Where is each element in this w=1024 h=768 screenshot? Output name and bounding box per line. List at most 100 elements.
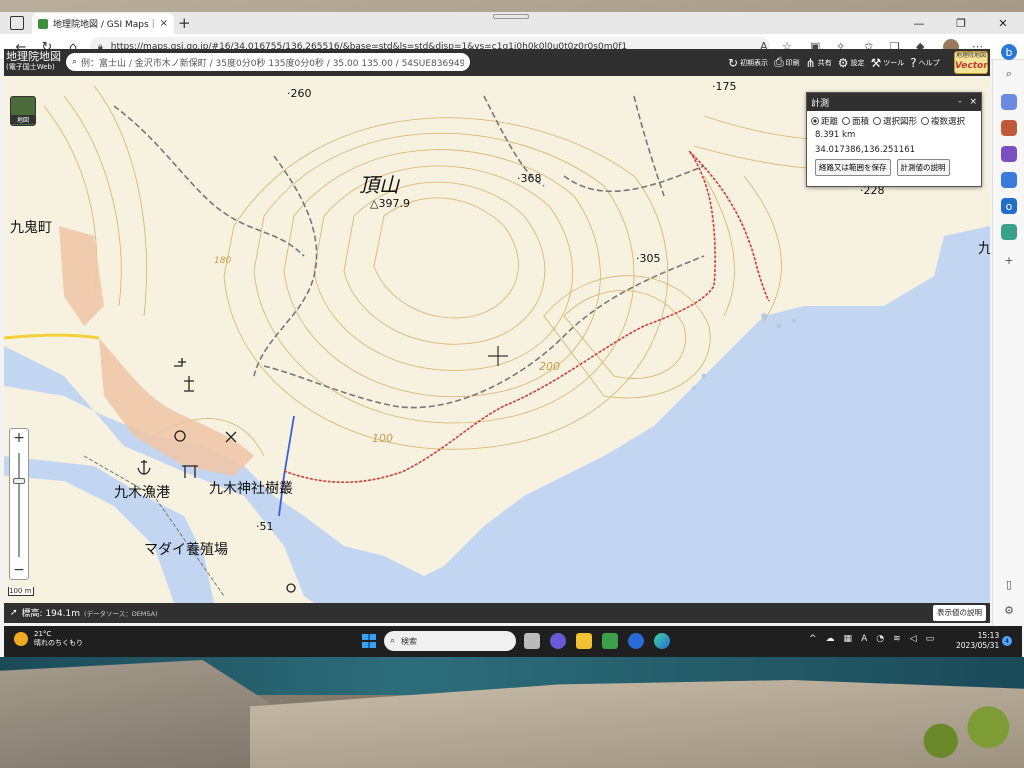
sidebar-settings-icon[interactable]: ⚙	[1001, 602, 1017, 618]
elevation-readout: ➚ 標高: 194.1m (データソース：DEM5A)	[10, 606, 158, 620]
taskbar-search[interactable]: ⌕ 検索	[384, 631, 516, 651]
printer-icon: ⎙	[774, 55, 784, 69]
clock-date: 2023/05/31	[956, 641, 1000, 650]
sidebar-games-icon[interactable]	[1001, 146, 1017, 162]
keyboard-icon[interactable]: ▦	[844, 634, 853, 644]
measure-distance-value: 8.391 km	[815, 130, 856, 140]
menu-print[interactable]: ⎙ 印刷	[774, 55, 800, 70]
tab-actions-icon[interactable]	[10, 16, 24, 30]
taskbar-clock[interactable]: 15:13 2023/05/31	[956, 631, 999, 651]
gsi-footer: ➚ 標高: 194.1m (データソース：DEM5A) 表示値の説明	[4, 603, 990, 623]
radio-selected-shape[interactable]	[873, 117, 882, 125]
window-drag-handle[interactable]	[493, 14, 529, 19]
battery-icon[interactable]: ▭	[926, 634, 935, 644]
gsi-menu: ↻ 初期表示 ⎙ 印刷 ⋔ 共有 ⚙ 設定 ⚒ ツール ? ヘルプ	[728, 49, 946, 76]
contour-label-100: 100	[372, 432, 393, 445]
wifi-icon[interactable]: ≋	[893, 634, 901, 644]
bing-chat-icon[interactable]: b	[1001, 44, 1017, 60]
tab-close-icon[interactable]: ×	[160, 18, 168, 29]
task-view-icon[interactable]	[524, 633, 540, 649]
peak-name-label: 頂山	[359, 173, 399, 197]
menu-tools[interactable]: ⚒ ツール	[871, 56, 905, 70]
edge-sidebar: b ⌕ o + ▯ ⚙	[992, 44, 1024, 657]
measure-close-button[interactable]: ×	[969, 97, 977, 107]
place-search-input[interactable]: ⌕ 例：富士山 / 金沢市木ノ新保町 / 35度0分0秒 135度0分0秒 / …	[66, 53, 470, 71]
mode-area[interactable]: 面積	[842, 115, 869, 127]
onedrive-icon[interactable]: ☁	[826, 634, 835, 644]
sidebar-drop-icon[interactable]	[1001, 224, 1017, 240]
shrine-label: 九木神社樹叢	[209, 481, 293, 497]
refresh-icon: ↻	[728, 55, 739, 70]
sidebar-tools-icon[interactable]	[1001, 120, 1017, 136]
weather-temperature: 21°C	[34, 630, 52, 638]
clock-time: 15:13	[977, 631, 1000, 640]
sidebar-microsoft365-icon[interactable]	[1001, 172, 1017, 188]
measure-coordinate-value: 34.017386,136.251161	[815, 145, 916, 155]
radio-distance[interactable]	[811, 117, 819, 125]
wallpaper-leaves	[905, 700, 1024, 768]
zoom-out-button[interactable]: −	[10, 561, 28, 579]
notification-badge[interactable]: 4	[1002, 636, 1012, 646]
layer-select-button[interactable]: 地図	[10, 96, 36, 126]
zoom-in-button[interactable]: +	[10, 429, 28, 447]
spot-height-260: ·260	[287, 87, 312, 100]
sidebar-toggle-icon[interactable]: ▯	[1001, 576, 1017, 592]
ime-mode-icon[interactable]: ◔	[876, 634, 884, 644]
mode-distance[interactable]: 距離	[811, 115, 838, 127]
help-icon: ?	[910, 55, 917, 70]
scale-bar: 100 m	[8, 587, 34, 596]
help-app-icon[interactable]	[628, 633, 644, 649]
measure-explain-button[interactable]: 計測値の説明	[896, 159, 950, 176]
gsi-header: 地理院地図 (電子国土Web) ⌕ 例：富士山 / 金沢市木ノ新保町 / 35度…	[4, 49, 990, 76]
ime-icon[interactable]: A	[861, 634, 867, 644]
zoom-slider-track[interactable]	[18, 453, 20, 557]
spot-height-51: ·51	[256, 520, 274, 533]
tray-chevron-icon[interactable]: ^	[809, 634, 817, 644]
sidebar-search-icon[interactable]: ⌕	[1001, 66, 1017, 82]
gsi-logo[interactable]: 地理院地図 (電子国土Web)	[6, 51, 61, 72]
zoom-slider-handle[interactable]	[13, 478, 25, 485]
windows-start-icon[interactable]	[362, 634, 376, 648]
volume-icon[interactable]: ◁	[910, 634, 917, 644]
search-icon: ⌕	[390, 636, 396, 646]
elevation-source: (データソース：DEM5A)	[83, 609, 158, 618]
gear-icon: ⚙	[837, 55, 849, 70]
sidebar-outlook-icon[interactable]: o	[1001, 198, 1017, 214]
measure-minimize-button[interactable]: -	[958, 97, 961, 107]
teams-chat-icon[interactable]	[550, 633, 566, 649]
save-route-button[interactable]: 経路又は範囲を保存	[815, 159, 891, 176]
tools-icon: ⚒	[870, 55, 882, 70]
tab-title: 地理院地図 / GSI Maps｜国土地	[53, 20, 156, 30]
measure-panel-header[interactable]: 計測 - ×	[807, 93, 981, 111]
mode-selected-shape[interactable]: 選択図形	[873, 115, 917, 127]
store-icon[interactable]	[602, 633, 618, 649]
contour-label-180: 180	[214, 256, 232, 266]
spot-height-305: ·305	[636, 252, 661, 265]
tab-gsi-maps[interactable]: 地理院地図 / GSI Maps｜国土地 ×	[32, 13, 174, 34]
sidebar-shopping-icon[interactable]	[1001, 94, 1017, 110]
new-tab-button[interactable]: +	[178, 14, 191, 32]
windows-taskbar: 21°C 晴れのちくもり ⌕ 検索 ^ ☁ ▦ A ◔ ≋ ◁ ▭ 15:13 …	[4, 626, 1022, 657]
edge-browser-icon[interactable]	[654, 633, 670, 649]
measure-mode-group: 距離 面積 選択図形 複数選択	[807, 111, 981, 127]
sidebar-add-icon[interactable]: +	[1001, 252, 1017, 268]
town-north	[59, 226, 104, 326]
menu-help[interactable]: ? ヘルプ	[910, 56, 939, 70]
fish-farm-label: マダイ養殖場	[144, 542, 228, 558]
file-explorer-icon[interactable]	[576, 633, 592, 649]
radio-multi-select[interactable]	[921, 117, 930, 125]
menu-initial-view[interactable]: ↻ 初期表示	[728, 56, 768, 70]
weather-widget[interactable]: 21°C 晴れのちくもり	[14, 630, 83, 648]
spot-height-175: ·175	[712, 80, 737, 93]
vector-badge[interactable]: 地理院地図 Vector	[954, 51, 988, 74]
mode-multi-select[interactable]: 複数選択	[921, 115, 965, 127]
menu-settings[interactable]: ⚙ 設定	[838, 56, 865, 70]
maximize-button[interactable]: ❐	[940, 12, 982, 34]
display-value-explain-button[interactable]: 表示値の説明	[933, 605, 986, 621]
menu-share[interactable]: ⋔ 共有	[806, 56, 832, 70]
town-area	[99, 338, 254, 476]
close-window-button[interactable]: ✕	[982, 12, 1024, 34]
road-yellow	[4, 333, 100, 340]
minimize-button[interactable]: —	[898, 12, 940, 34]
radio-area[interactable]	[842, 117, 851, 125]
